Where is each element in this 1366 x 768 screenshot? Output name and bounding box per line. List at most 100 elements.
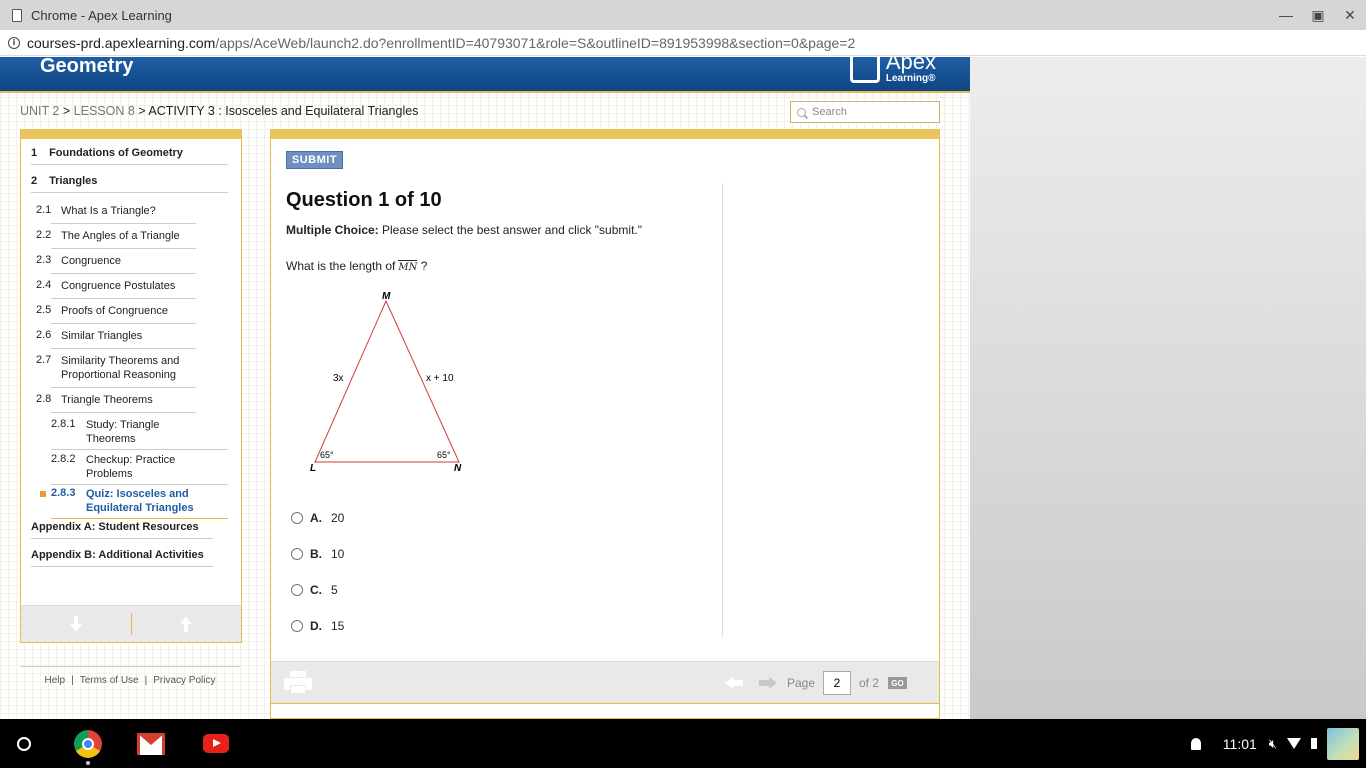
youtube-icon[interactable]: [203, 734, 229, 753]
toc-next-button[interactable]: [21, 606, 131, 642]
help-link[interactable]: Help: [45, 675, 66, 686]
document-icon: [12, 8, 22, 22]
toc-lesson-2-7[interactable]: 2.7 Similarity Theorems and Proportional …: [36, 354, 196, 388]
current-item-marker: [40, 491, 46, 497]
prompt-end: ?: [420, 259, 428, 273]
toc-lesson-2-4[interactable]: 2.4 Congruence Postulates: [36, 279, 196, 299]
segment-label: MN: [398, 260, 418, 273]
search-icon: [797, 107, 806, 117]
toc-lesson-2-6[interactable]: 2.6 Similar Triangles: [36, 329, 196, 349]
clock[interactable]: 11:01: [1223, 736, 1257, 752]
radio-button[interactable]: [291, 548, 303, 560]
submit-button[interactable]: SUBMIT: [286, 151, 343, 169]
page-total: of 2: [859, 676, 880, 690]
mute-icon: 🔇︎: [1268, 735, 1277, 751]
breadcrumb-unit[interactable]: UNIT 2: [20, 104, 59, 118]
footer-links: Help | Terms of Use | Privacy Policy: [20, 666, 240, 686]
toc-label: What Is a Triangle?: [61, 205, 156, 217]
go-button[interactable]: GO: [888, 677, 907, 689]
toc-num: 2.8.3: [51, 487, 76, 499]
url-host: courses-prd.apexlearning.com: [27, 34, 216, 51]
toc-num: 2.3: [36, 254, 52, 266]
print-icon[interactable]: [284, 671, 312, 695]
window-titlebar: Chrome - Apex Learning — ▣ ✕: [0, 0, 1366, 30]
choice-a[interactable]: A. 20: [291, 511, 344, 525]
choice-letter: D.: [310, 619, 322, 633]
user-avatar[interactable]: [1327, 727, 1359, 760]
choice-d[interactable]: D. 15: [291, 619, 344, 633]
radio-button[interactable]: [291, 620, 303, 632]
breadcrumb-activity: ACTIVITY 3 : Isosceles and Equilateral T…: [148, 104, 419, 118]
toc-appendix-b[interactable]: Appendix B: Additional Activities: [31, 549, 213, 567]
page-number-input[interactable]: [823, 671, 851, 695]
toc-lesson-2-3[interactable]: 2.3 Congruence: [36, 254, 196, 274]
next-page-button[interactable]: [759, 677, 777, 689]
radio-button[interactable]: [291, 512, 303, 524]
toc-label: Similar Triangles: [61, 330, 143, 342]
side-lm-label: 3x: [333, 373, 344, 384]
arrow-up-icon: [180, 616, 193, 632]
sidebar-nav-bar: [20, 605, 242, 643]
site-info-icon[interactable]: i: [8, 36, 20, 49]
radio-button[interactable]: [291, 584, 303, 596]
chrome-icon[interactable]: [74, 730, 102, 758]
previous-page-button[interactable]: [725, 677, 743, 689]
angle-n-label: 65°: [437, 450, 451, 460]
privacy-link[interactable]: Privacy Policy: [153, 675, 215, 686]
url-text[interactable]: courses-prd.apexlearning.com/apps/AceWeb…: [27, 35, 855, 51]
toc-lesson-2-8[interactable]: 2.8 Triangle Theorems: [36, 393, 196, 413]
arrow-down-icon: [69, 616, 82, 632]
os-shelf: 11:01 🔇︎: [0, 719, 1366, 768]
terms-link[interactable]: Terms of Use: [80, 675, 139, 686]
toc-num: 2.2: [36, 229, 52, 241]
search-input[interactable]: [812, 106, 932, 118]
toc-activity-2-8-2[interactable]: 2.8.2 Checkup: Practice Problems: [51, 453, 228, 485]
toc-activity-2-8-1[interactable]: 2.8.1 Study: Triangle Theorems: [51, 418, 228, 450]
empty-window-area: [970, 57, 1366, 719]
choice-value: 20: [331, 511, 345, 525]
toc-lesson-2-2[interactable]: 2.2 The Angles of a Triangle: [36, 229, 196, 249]
instructions-bold: Multiple Choice:: [286, 223, 379, 237]
toc-unit-1[interactable]: 1 Foundations of Geometry: [31, 147, 228, 165]
minimize-button[interactable]: —: [1270, 0, 1302, 30]
toc-num: 2.5: [36, 304, 52, 316]
toc-num: 2.1: [36, 204, 52, 216]
search-box[interactable]: [790, 101, 940, 123]
window-title: Chrome - Apex Learning: [31, 7, 172, 23]
notification-bell-icon[interactable]: [1190, 737, 1201, 750]
toc-num: 2: [31, 175, 38, 187]
close-button[interactable]: ✕: [1334, 0, 1366, 30]
toc-prev-button[interactable]: [132, 606, 242, 642]
footer-separator: |: [71, 675, 74, 686]
breadcrumb-lesson[interactable]: LESSON 8: [74, 104, 135, 118]
sidebar-toc: 1 Foundations of Geometry 2 Triangles 2.…: [20, 129, 242, 643]
toc-label: Triangles: [49, 175, 98, 187]
toc-activity-2-8-3-active[interactable]: 2.8.3 Quiz: Isosceles and Equilateral Tri…: [40, 487, 228, 519]
address-bar[interactable]: i courses-prd.apexlearning.com/apps/AceW…: [0, 30, 1366, 56]
footer-separator: |: [144, 675, 148, 686]
course-banner: Geometry Apex Learning®: [0, 57, 970, 93]
toc-appendix-a[interactable]: Appendix A: Student Resources: [31, 521, 213, 539]
toc-unit-2[interactable]: 2 Triangles: [31, 175, 228, 193]
prompt-text: What is the length of: [286, 259, 396, 273]
toc-label: Foundations of Geometry: [49, 147, 183, 159]
toc-num: 2.4: [36, 279, 52, 291]
choice-value: 15: [331, 619, 345, 633]
launcher-icon[interactable]: [17, 737, 31, 751]
toc-label: Similarity Theorems and Proportional Rea…: [61, 355, 180, 381]
choice-b[interactable]: B. 10: [291, 547, 344, 561]
gmail-icon[interactable]: [137, 733, 165, 755]
battery-icon: [1311, 738, 1317, 749]
course-title: Geometry: [40, 57, 134, 77]
maximize-button[interactable]: ▣: [1302, 0, 1334, 30]
toc-lesson-2-5[interactable]: 2.5 Proofs of Congruence: [36, 304, 196, 324]
system-tray[interactable]: 11:01 🔇︎: [1190, 719, 1366, 768]
apex-logo-icon: [849, 57, 880, 83]
toc-num: 1: [31, 147, 38, 159]
window-controls: — ▣ ✕: [1270, 0, 1366, 30]
choice-c[interactable]: C. 5: [291, 583, 338, 597]
choice-value: 5: [331, 583, 338, 597]
toc-label: The Angles of a Triangle: [61, 230, 180, 242]
url-path: /apps/AceWeb/launch2.do?enrollmentID=407…: [215, 34, 856, 51]
toc-lesson-2-1[interactable]: 2.1 What Is a Triangle?: [36, 204, 196, 224]
